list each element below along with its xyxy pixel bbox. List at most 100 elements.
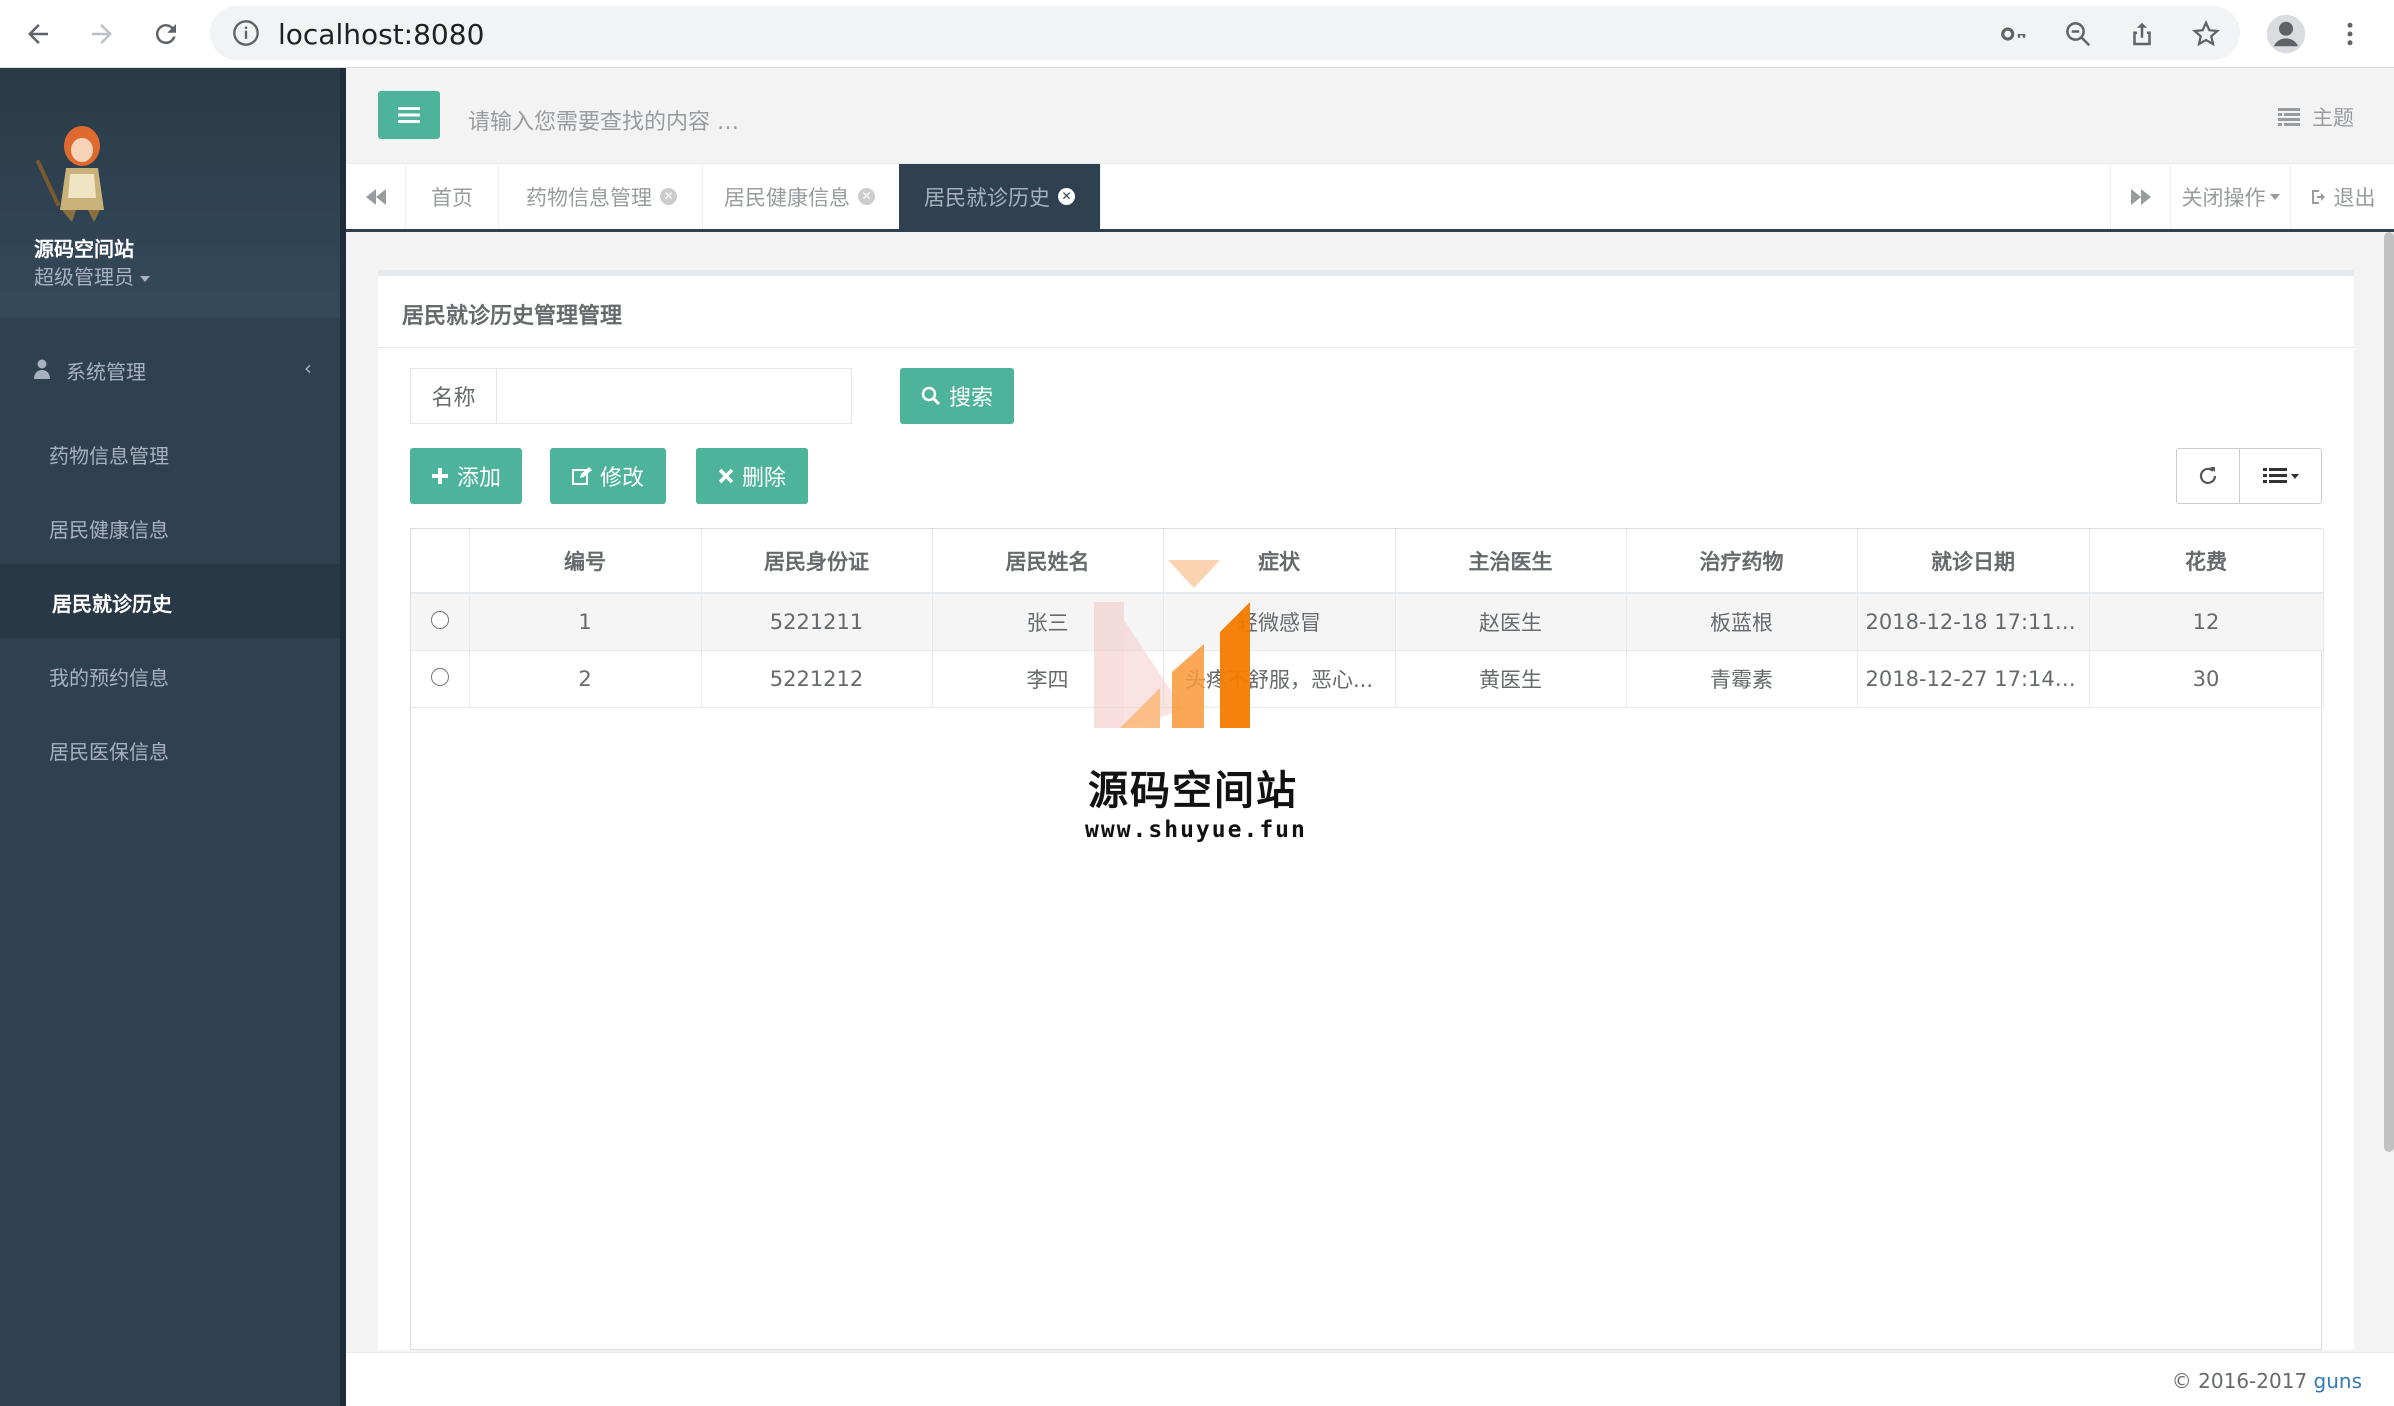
theme-icon	[2278, 108, 2300, 126]
sidebar-item-label: 居民健康信息	[49, 518, 169, 542]
tab-home[interactable]: 首页	[406, 164, 499, 229]
table-cell: 赵医生	[1395, 593, 1627, 651]
delete-button[interactable]: 删除	[696, 448, 808, 504]
close-icon[interactable]: ✕	[858, 188, 875, 205]
column-header[interactable]: 就诊日期	[1857, 529, 2090, 594]
table-cell: 青霉素	[1626, 650, 1858, 708]
sidebar-item-health-info[interactable]: 居民健康信息	[0, 490, 340, 564]
brand-name: 源码空间站	[34, 237, 134, 261]
caret-down-icon	[140, 275, 150, 282]
name-search-input[interactable]	[497, 369, 851, 423]
tab-label: 居民健康信息	[724, 185, 850, 210]
zoom-button[interactable]	[2052, 8, 2104, 60]
sidebar-item-insurance[interactable]: 居民医保信息	[0, 712, 340, 786]
reload-button[interactable]	[140, 8, 192, 60]
copyright-text: © 2016-2017	[2171, 1369, 2308, 1393]
sidebar-item-label: 居民医保信息	[49, 740, 169, 764]
table-cell: 5221211	[701, 593, 933, 651]
zoom-out-icon	[2066, 22, 2091, 47]
table-cell: 5221212	[701, 650, 933, 708]
share-icon	[2133, 22, 2151, 46]
edit-icon	[571, 467, 592, 485]
info-icon	[233, 20, 259, 46]
search-button-label: 搜索	[948, 386, 993, 411]
sidebar-item-label: 我的预约信息	[49, 666, 169, 690]
add-button-label: 添加	[456, 466, 501, 491]
address-bar[interactable]: localhost:8080	[210, 6, 2240, 60]
logout-label: 退出	[2333, 185, 2376, 210]
table-cell: 2018-12-27 17:14:27	[1857, 650, 2090, 708]
theme-label: 主题	[2312, 106, 2354, 130]
sidebar-item-visit-history[interactable]: 居民就诊历史	[0, 564, 340, 638]
top-navbar: 请输入您需要查找的内容 … 主题	[346, 68, 2394, 164]
edit-button-label: 修改	[599, 466, 644, 491]
footer-link[interactable]: guns	[2314, 1369, 2362, 1393]
password-key-button[interactable]	[1988, 8, 2040, 60]
browser-menu-button[interactable]	[2324, 8, 2376, 60]
page-scrollbar[interactable]	[2384, 232, 2394, 1152]
tab-scroll-left-button[interactable]	[346, 164, 406, 229]
tab-scroll-right-button[interactable]	[2110, 164, 2170, 229]
back-button[interactable]	[12, 8, 64, 60]
column-header[interactable]: 居民身份证	[701, 529, 933, 594]
account-icon	[2266, 14, 2306, 54]
close-operations-label: 关闭操作	[2181, 185, 2266, 210]
delete-button-label: 删除	[741, 466, 786, 491]
tab-drug-info[interactable]: 药物信息管理 ✕	[501, 164, 703, 229]
table-row[interactable]: 1 5221211 张三 轻微感冒 赵医生 板蓝根 2018-12-18 17:…	[411, 593, 2324, 651]
tab-label: 居民就诊历史	[924, 185, 1050, 210]
theme-button[interactable]: 主题	[2278, 102, 2354, 132]
profile-button[interactable]	[2260, 8, 2312, 60]
sidebar-item-drug-info[interactable]: 药物信息管理	[0, 416, 340, 490]
column-header[interactable]: 编号	[469, 529, 702, 594]
sidebar-divider	[340, 68, 346, 1406]
double-chevron-left-icon	[365, 188, 386, 205]
table-cell: 12	[2089, 593, 2324, 651]
row-select-cell	[411, 650, 470, 708]
table-toolbar	[2176, 448, 2322, 504]
star-icon	[2192, 20, 2220, 47]
close-operations-dropdown[interactable]: 关闭操作	[2170, 164, 2290, 229]
table-row[interactable]: 2 5221212 李四 头疼不舒服，恶心... 黄医生 青霉素 2018-12…	[411, 650, 2324, 708]
menu-toggle-button[interactable]	[378, 91, 440, 139]
column-header[interactable]: 主治医生	[1395, 529, 1627, 594]
share-button[interactable]	[2116, 8, 2168, 60]
tab-bar: 首页 药物信息管理 ✕ 居民健康信息 ✕ 居民就诊历史 ✕ 关闭操作 退出	[346, 164, 2394, 232]
search-icon	[921, 386, 941, 406]
hamburger-icon	[398, 107, 420, 123]
global-search-input[interactable]: 请输入您需要查找的内容 …	[468, 104, 739, 136]
row-radio[interactable]	[430, 610, 449, 629]
column-header[interactable]: 花费	[2089, 529, 2324, 594]
sign-out-icon	[2311, 189, 2325, 204]
table-cell: 2	[469, 650, 702, 708]
forward-button[interactable]	[76, 8, 128, 60]
close-icon[interactable]: ✕	[1058, 188, 1075, 205]
close-icon[interactable]: ✕	[660, 188, 677, 205]
sidebar-item-appointments[interactable]: 我的预约信息	[0, 638, 340, 712]
browser-toolbar: localhost:8080	[0, 0, 2394, 68]
avatar[interactable]	[36, 118, 122, 224]
sidebar-section-label: 系统管理	[66, 360, 146, 384]
sidebar-section-system[interactable]: 系统管理 ‹	[0, 346, 340, 396]
edit-button[interactable]: 修改	[550, 448, 666, 504]
table-cell: 板蓝根	[1626, 593, 1858, 651]
tab-visit-history[interactable]: 居民就诊历史 ✕	[899, 164, 1101, 229]
sidebar-item-label: 药物信息管理	[49, 444, 169, 468]
logout-button[interactable]: 退出	[2290, 164, 2394, 229]
plus-icon	[431, 468, 448, 484]
columns-toggle-button[interactable]	[2239, 449, 2321, 503]
role-dropdown[interactable]: 超级管理员	[34, 261, 150, 290]
caret-down-icon	[2269, 193, 2280, 200]
search-button[interactable]: 搜索	[900, 368, 1014, 424]
table-cell: 黄医生	[1395, 650, 1627, 708]
table-cell: 2018-12-18 17:11:41	[1857, 593, 2090, 651]
table-cell: 1	[469, 593, 702, 651]
bookmark-button[interactable]	[2180, 8, 2232, 60]
row-radio[interactable]	[430, 667, 449, 686]
more-vertical-icon	[2347, 22, 2353, 46]
column-header[interactable]: 治疗药物	[1626, 529, 1858, 594]
add-button[interactable]: 添加	[410, 448, 522, 504]
tab-health-info[interactable]: 居民健康信息 ✕	[699, 164, 901, 229]
refresh-button[interactable]	[2177, 449, 2239, 503]
role-label: 超级管理员	[34, 265, 134, 289]
